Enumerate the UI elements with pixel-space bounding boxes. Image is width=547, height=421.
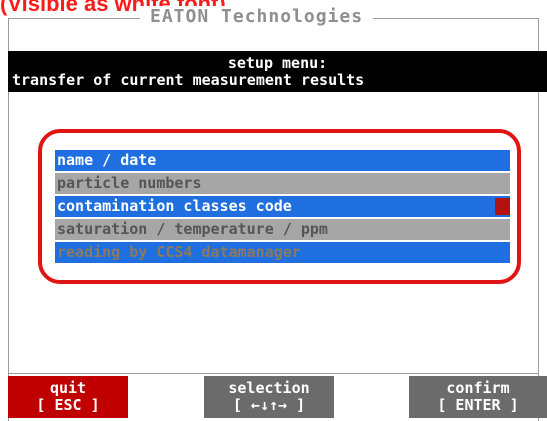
menu-item-particle-numbers[interactable]: particle numbers — [55, 173, 510, 194]
menu-item-label: contamination classes code — [57, 197, 292, 215]
quit-key-hint: [ ESC ] — [36, 396, 100, 414]
confirm-key-hint: [ ENTER ] — [437, 396, 519, 414]
confirm-button[interactable]: confirm [ ENTER ] — [409, 376, 547, 418]
selection-label: selection — [228, 379, 310, 397]
function-bar-divider — [8, 373, 539, 374]
selection-button[interactable]: selection [ ←↓↑→ ] — [204, 376, 334, 418]
quit-label: quit — [49, 379, 87, 397]
window-title: EATON Technologies — [140, 6, 374, 28]
menu-item-name-date[interactable]: name / date — [55, 150, 510, 171]
header-title: setup menu: — [227, 54, 328, 72]
selection-key-hint: [ ←↓↑→ ] — [232, 396, 306, 414]
setup-menu-header: setup menu: transfer of current measurem… — [8, 51, 547, 92]
menu-item-saturation-temperature-ppm[interactable]: saturation / temperature / ppm — [55, 219, 510, 240]
setup-menu-list: name / date particle numbers contaminati… — [55, 150, 510, 265]
quit-button[interactable]: quit [ ESC ] — [8, 376, 128, 418]
menu-item-ccs4-datamanager[interactable]: reading by CCS4 datamanager — [55, 242, 510, 263]
confirm-label: confirm — [446, 379, 510, 397]
header-subtitle: transfer of current measurement results — [12, 71, 365, 89]
menu-item-contamination-classes-code[interactable]: contamination classes code — [55, 196, 510, 217]
selection-marker — [495, 198, 510, 215]
